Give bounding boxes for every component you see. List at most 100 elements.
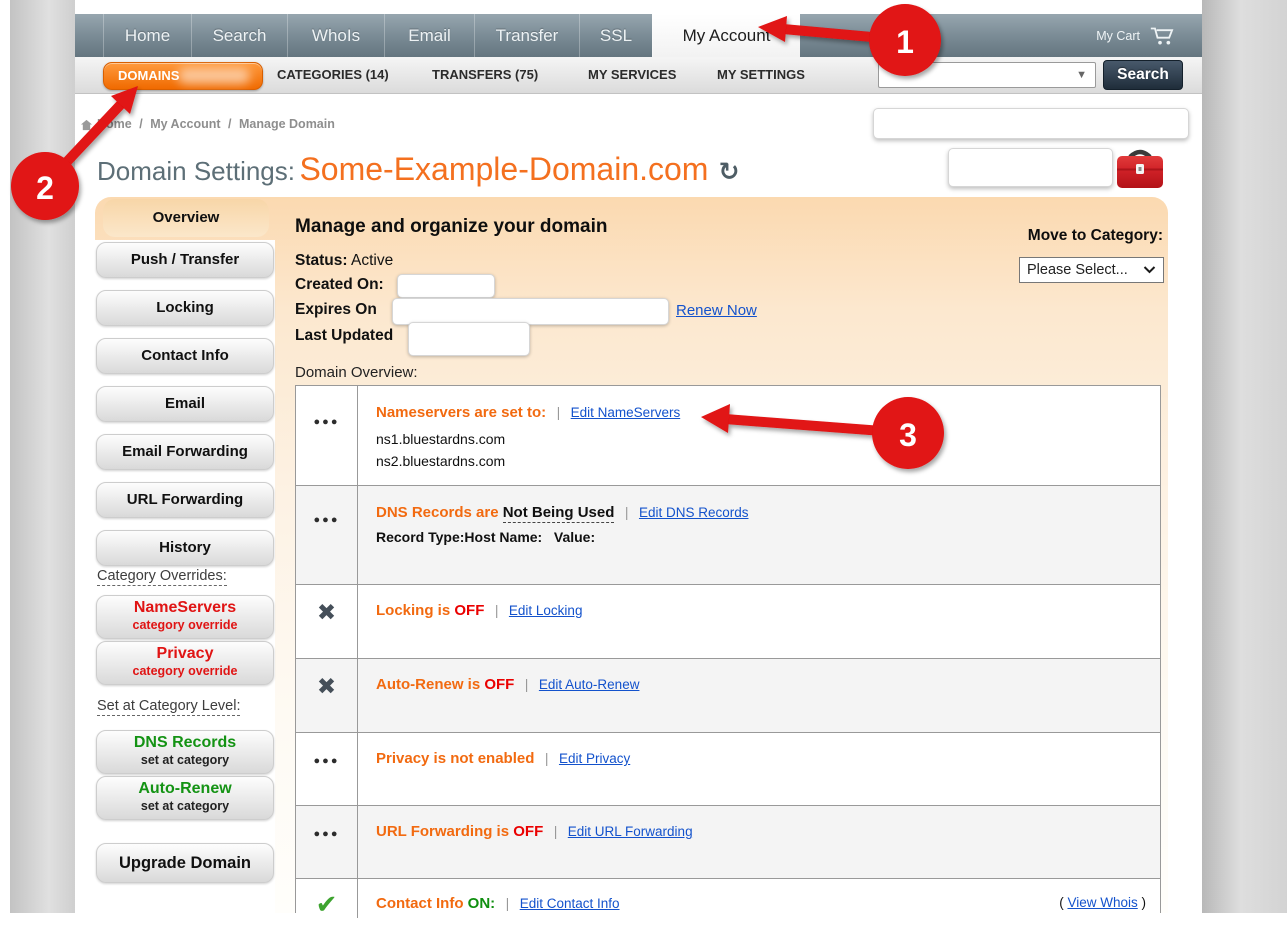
- row-title: DNS Records are: [376, 504, 503, 521]
- redacted-updated-date: [408, 322, 530, 356]
- table-row-url-forwarding: ●●● URL Forwarding is OFF | Edit URL For…: [296, 806, 1160, 879]
- domain-search-input[interactable]: ▼: [878, 62, 1096, 88]
- page-title-prefix: Domain Settings:: [97, 156, 295, 186]
- edit-nameservers-link[interactable]: Edit NameServers: [571, 405, 681, 420]
- edit-auto-renew-link[interactable]: Edit Auto-Renew: [539, 677, 640, 692]
- x-mark-icon: ✖: [317, 673, 336, 700]
- breadcrumb: Home / My Account / Manage Domain: [97, 117, 339, 131]
- status-label: Status:: [295, 252, 348, 269]
- row-content: Contact Info ON: | Edit Contact Info ( V…: [358, 879, 1160, 918]
- row-title: Contact Info: [376, 895, 468, 912]
- subnav-categories[interactable]: CATEGORIES (14): [277, 57, 389, 93]
- breadcrumb-home[interactable]: Home: [97, 117, 132, 131]
- sidebar-item-privacy-override[interactable]: Privacy category override: [96, 641, 274, 685]
- row-icon-cell: ✔: [296, 879, 358, 918]
- nameserver-list: ns1.bluestardns.com ns2.bluestardns.com: [376, 429, 1144, 472]
- tab-email[interactable]: Email: [384, 14, 474, 57]
- expires-line: Expires On: [295, 301, 377, 319]
- override-subtitle: category override: [97, 664, 273, 678]
- created-label: Created On:: [295, 276, 384, 293]
- my-cart-label: My Cart: [1096, 29, 1140, 43]
- check-mark-icon: ✔: [316, 889, 338, 920]
- domains-label: DOMAINS: [118, 68, 179, 83]
- sidebar-item-overview[interactable]: Overview: [103, 199, 269, 237]
- table-row-auto-renew: ✖ Auto-Renew is OFF | Edit Auto-Renew: [296, 659, 1160, 733]
- subnav-domains-button[interactable]: DOMAINS: [103, 62, 263, 90]
- sidebar-item-auto-renew-category[interactable]: Auto-Renew set at category: [96, 776, 274, 820]
- redacted-expires-date: [392, 298, 669, 325]
- top-nav: Home Search WhoIs Email Transfer SSL My …: [75, 14, 1202, 57]
- separator: |: [506, 895, 510, 911]
- search-button[interactable]: Search: [1103, 60, 1183, 90]
- sidebar-item-upgrade-domain[interactable]: Upgrade Domain: [96, 843, 274, 883]
- edit-contact-info-link[interactable]: Edit Contact Info: [520, 896, 620, 911]
- row-title-status: Not Being Used: [503, 504, 615, 523]
- category-subtitle: set at category: [97, 753, 273, 767]
- breadcrumb-separator: /: [139, 117, 142, 131]
- subnav-my-settings[interactable]: MY SETTINGS: [717, 57, 805, 93]
- status-dots-icon: ●●●: [314, 755, 340, 767]
- chevron-down-icon: [1143, 266, 1156, 274]
- domain-overview-table: ●●● Nameservers are set to: | Edit NameS…: [295, 385, 1161, 913]
- updated-label: Last Updated: [295, 327, 393, 344]
- sidebar-item-history[interactable]: History: [96, 530, 274, 566]
- status-line: Status: Active: [295, 252, 393, 270]
- toolbox-icon[interactable]: [1114, 144, 1166, 196]
- row-title-status: ON:: [468, 895, 496, 912]
- page-canvas: Home Search WhoIs Email Transfer SSL My …: [0, 0, 1287, 931]
- breadcrumb-separator: /: [228, 117, 231, 131]
- category-select[interactable]: Please Select...: [1019, 257, 1164, 283]
- status-dots-icon: ●●●: [314, 416, 340, 428]
- separator: |: [557, 404, 561, 420]
- x-mark-icon: ✖: [317, 599, 336, 626]
- created-line: Created On:: [295, 276, 384, 294]
- tab-whois[interactable]: WhoIs: [287, 14, 384, 57]
- table-row-locking: ✖ Locking is OFF | Edit Locking: [296, 585, 1160, 659]
- row-title-status: OFF: [484, 676, 514, 693]
- renew-now-link[interactable]: Renew Now: [676, 302, 757, 319]
- sidebar-item-nameservers-override[interactable]: NameServers category override: [96, 595, 274, 639]
- sub-nav: DOMAINS CATEGORIES (14) TRANSFERS (75) M…: [75, 57, 1202, 94]
- tab-home[interactable]: Home: [103, 14, 191, 57]
- view-whois-wrap: ( View Whois ): [1059, 895, 1146, 910]
- tab-transfer[interactable]: Transfer: [474, 14, 579, 57]
- separator: |: [625, 504, 629, 520]
- row-title: URL Forwarding is: [376, 823, 513, 840]
- edit-url-forwarding-link[interactable]: Edit URL Forwarding: [568, 824, 693, 839]
- set-at-category-heading: Set at Category Level:: [97, 698, 240, 716]
- subnav-my-services[interactable]: MY SERVICES: [588, 57, 676, 93]
- tab-my-account[interactable]: My Account: [652, 14, 800, 57]
- breadcrumb-my-account[interactable]: My Account: [150, 117, 220, 131]
- sidebar-item-dns-records-category[interactable]: DNS Records set at category: [96, 730, 274, 774]
- sidebar-item-push-transfer[interactable]: Push / Transfer: [96, 242, 274, 278]
- row-icon-cell: ●●●: [296, 806, 358, 878]
- sidebar-item-locking[interactable]: Locking: [96, 290, 274, 326]
- refresh-icon[interactable]: ↻: [718, 158, 739, 186]
- row-title-status: OFF: [513, 823, 543, 840]
- sidebar-item-contact-info[interactable]: Contact Info: [96, 338, 274, 374]
- table-row-dns: ●●● DNS Records are Not Being Used | Edi…: [296, 486, 1160, 585]
- edit-privacy-link[interactable]: Edit Privacy: [559, 751, 630, 766]
- row-title-status: OFF: [454, 602, 484, 619]
- sidebar-item-email-forwarding[interactable]: Email Forwarding: [96, 434, 274, 470]
- combo-dropdown-icon[interactable]: ▼: [1076, 69, 1087, 81]
- table-row-nameservers: ●●● Nameservers are set to: | Edit NameS…: [296, 386, 1160, 486]
- subnav-transfers[interactable]: TRANSFERS (75): [432, 57, 538, 93]
- row-content: URL Forwarding is OFF | Edit URL Forward…: [358, 806, 1160, 878]
- row-icon-cell: ●●●: [296, 733, 358, 805]
- my-cart-button[interactable]: My Cart: [1096, 14, 1176, 57]
- category-title: Auto-Renew: [97, 779, 273, 799]
- sidebar-item-email[interactable]: Email: [96, 386, 274, 422]
- tab-ssl[interactable]: SSL: [579, 14, 652, 57]
- redacted-created-date: [397, 274, 495, 298]
- separator: |: [545, 750, 549, 766]
- tab-search[interactable]: Search: [191, 14, 287, 57]
- edit-dns-records-link[interactable]: Edit DNS Records: [639, 505, 749, 520]
- home-icon: [80, 118, 93, 136]
- table-row-contact-info: ✔ Contact Info ON: | Edit Contact Info (…: [296, 879, 1160, 918]
- sidebar-item-url-forwarding[interactable]: URL Forwarding: [96, 482, 274, 518]
- nameserver-2: ns2.bluestardns.com: [376, 451, 1144, 473]
- view-whois-link[interactable]: View Whois: [1067, 895, 1137, 910]
- edit-locking-link[interactable]: Edit Locking: [509, 603, 583, 618]
- section-heading: Manage and organize your domain: [295, 216, 608, 238]
